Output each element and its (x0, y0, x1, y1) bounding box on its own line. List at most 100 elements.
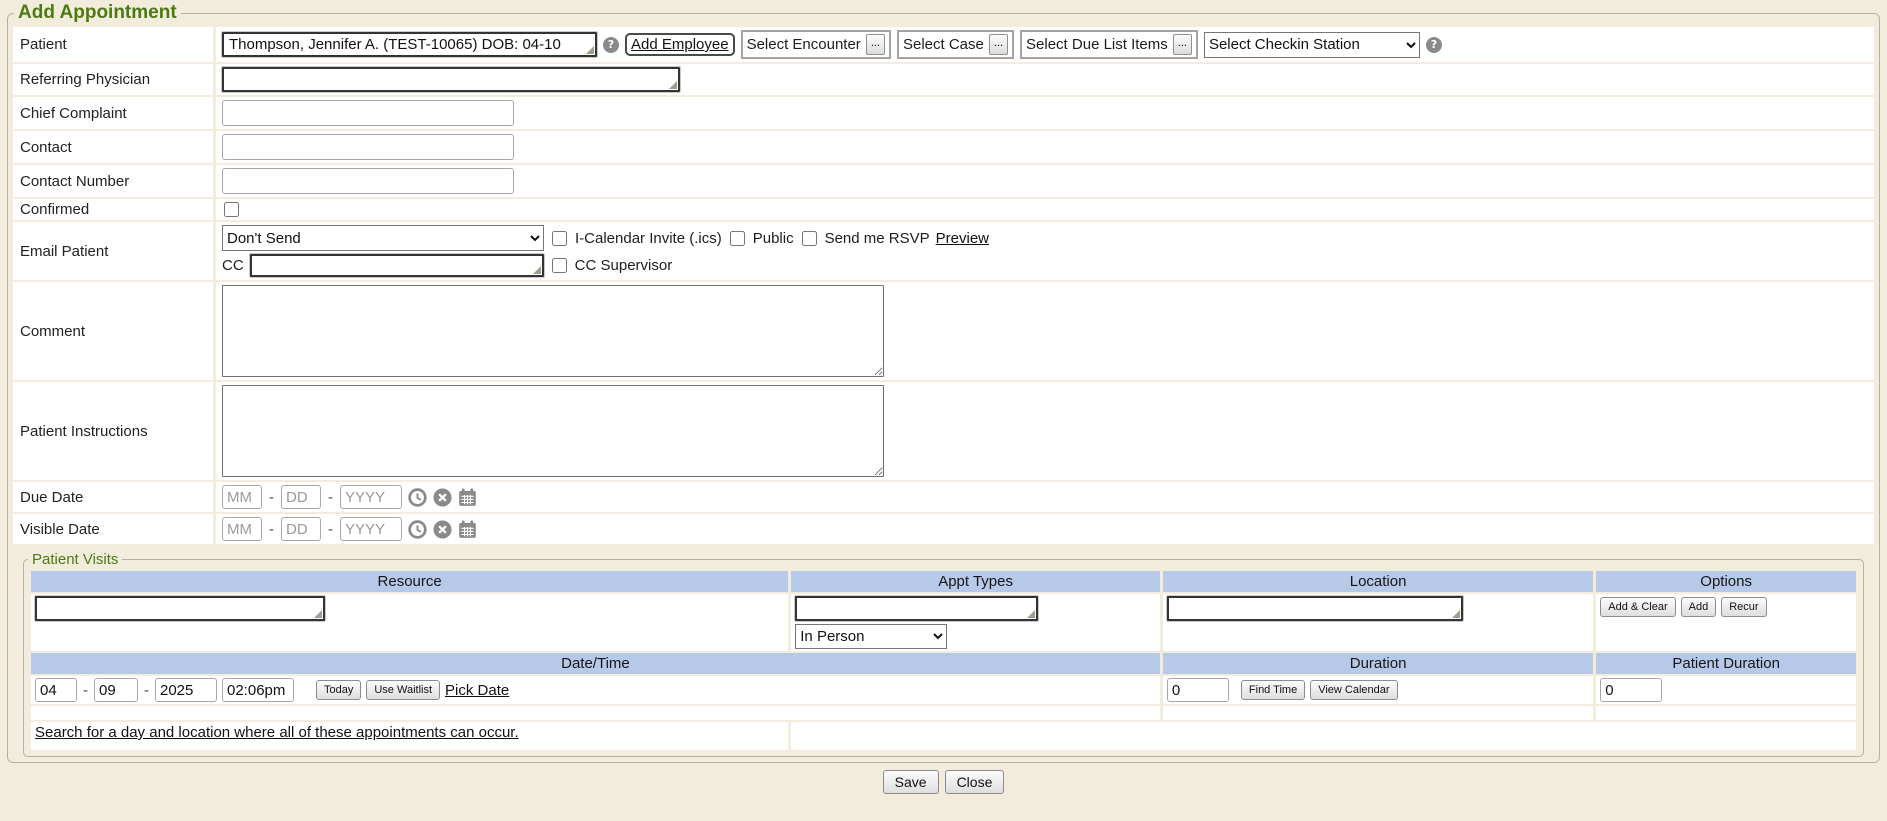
ical-invite-checkbox[interactable] (552, 231, 567, 246)
referring-physician-input[interactable] (222, 67, 680, 92)
visit-time-input[interactable] (222, 678, 294, 702)
add-and-clear-button[interactable]: Add & Clear (1600, 597, 1675, 617)
pick-date-link[interactable]: Pick Date (445, 682, 509, 699)
search-day-location-link[interactable]: Search for a day and location where all … (35, 724, 519, 741)
cc-supervisor-checkbox[interactable] (552, 258, 567, 273)
patient-label: Patient (13, 27, 213, 62)
comment-row: Comment (13, 282, 1874, 380)
recur-button[interactable]: Recur (1721, 597, 1766, 617)
patient-duration-input[interactable] (1600, 678, 1662, 702)
due-date-label: Due Date (13, 482, 213, 512)
contact-number-input[interactable] (222, 168, 514, 194)
calendar-icon[interactable] (458, 488, 477, 507)
clock-icon[interactable] (408, 488, 427, 507)
help-icon[interactable]: ? (1426, 37, 1442, 53)
view-calendar-button[interactable]: View Calendar (1310, 680, 1397, 700)
clear-date-icon[interactable] (433, 488, 452, 507)
visible-date-yyyy-input[interactable] (340, 517, 402, 541)
page-title: Add Appointment (14, 2, 181, 24)
autocomplete-grip-icon (586, 46, 594, 54)
visible-date-label: Visible Date (13, 514, 213, 544)
confirmed-checkbox[interactable] (224, 202, 239, 217)
location-input[interactable] (1167, 596, 1463, 621)
calendar-icon[interactable] (458, 520, 477, 539)
due-date-dd-input[interactable] (281, 485, 321, 509)
duration-input[interactable] (1167, 678, 1229, 702)
form-actions: Save Close (0, 770, 1887, 794)
contact-number-row: Contact Number (13, 165, 1874, 197)
patient-visits-section: Patient Visits Resource Appt Types Locat… (23, 551, 1864, 757)
clock-icon[interactable] (408, 520, 427, 539)
select-due-list-group: Select Due List Items ... (1020, 30, 1198, 59)
public-checkbox[interactable] (730, 231, 745, 246)
checkin-station-select[interactable]: Select Checkin Station (1204, 32, 1420, 58)
contact-number-label: Contact Number (13, 165, 213, 197)
autocomplete-grip-icon (669, 81, 677, 89)
appt-types-header: Appt Types (791, 571, 1160, 592)
due-date-yyyy-input[interactable] (340, 485, 402, 509)
datetime-header: Date/Time (31, 653, 1160, 674)
visible-date-mm-input[interactable] (222, 517, 262, 541)
chief-complaint-label: Chief Complaint (13, 97, 213, 129)
close-button[interactable]: Close (945, 770, 1005, 794)
email-patient-row: Email Patient Don't Send I-Calendar Invi… (13, 222, 1874, 280)
select-due-list-button[interactable]: ... (1173, 34, 1192, 55)
due-date-row: Due Date -- (13, 482, 1874, 512)
visible-date-dd-input[interactable] (281, 517, 321, 541)
autocomplete-grip-icon (533, 266, 541, 274)
select-case-label: Select Case (903, 36, 984, 53)
patient-instructions-label: Patient Instructions (13, 382, 213, 480)
patient-input-wrap (222, 32, 597, 57)
duration-header: Duration (1163, 653, 1593, 674)
visit-dd-input[interactable] (94, 678, 138, 702)
chief-complaint-row: Chief Complaint (13, 97, 1874, 129)
referring-physician-label: Referring Physician (13, 64, 213, 95)
public-label: Public (753, 230, 794, 247)
select-encounter-group: Select Encounter ... (741, 30, 891, 59)
help-icon[interactable]: ? (603, 37, 619, 53)
clear-date-icon[interactable] (433, 520, 452, 539)
select-encounter-button[interactable]: ... (866, 34, 885, 55)
confirmed-label: Confirmed (13, 199, 213, 220)
cc-label: CC (222, 257, 244, 274)
patient-instructions-row: Patient Instructions (13, 382, 1874, 480)
add-employee-link[interactable]: Add Employee (631, 36, 729, 53)
visit-yyyy-input[interactable] (155, 678, 217, 702)
visible-date-row: Visible Date -- (13, 514, 1874, 544)
confirmed-row: Confirmed (13, 199, 1874, 220)
preview-link[interactable]: Preview (936, 230, 989, 247)
select-encounter-label: Select Encounter (747, 36, 861, 53)
save-button[interactable]: Save (883, 770, 939, 794)
search-row: Search for a day and location where all … (31, 722, 1856, 750)
referring-physician-row: Referring Physician (13, 64, 1874, 95)
rsvp-checkbox[interactable] (802, 231, 817, 246)
visit-mm-input[interactable] (35, 678, 77, 702)
ical-invite-label: I-Calendar Invite (.ics) (575, 230, 722, 247)
appt-types-input[interactable] (795, 596, 1038, 621)
resource-header: Resource (31, 571, 788, 592)
chief-complaint-input[interactable] (222, 100, 514, 126)
select-case-button[interactable]: ... (989, 34, 1008, 55)
add-appointment-form: Add Appointment Patient ? Add Employee S… (7, 2, 1880, 763)
location-header: Location (1163, 571, 1593, 592)
rsvp-label: Send me RSVP (825, 230, 930, 247)
visit-mode-select[interactable]: In Person (795, 624, 947, 649)
due-date-mm-input[interactable] (222, 485, 262, 509)
patient-input[interactable] (222, 32, 597, 57)
email-send-select[interactable]: Don't Send (222, 225, 544, 251)
comment-label: Comment (13, 282, 213, 380)
patient-visits-table: Resource Appt Types Location Options (28, 569, 1859, 752)
email-patient-label: Email Patient (13, 222, 213, 280)
resource-input[interactable] (35, 596, 325, 621)
cc-input[interactable] (250, 254, 544, 277)
today-button[interactable]: Today (316, 680, 361, 700)
use-waitlist-button[interactable]: Use Waitlist (366, 680, 440, 700)
options-header: Options (1596, 571, 1856, 592)
comment-textarea[interactable] (222, 285, 884, 377)
patient-instructions-textarea[interactable] (222, 385, 884, 477)
autocomplete-grip-icon (1452, 610, 1460, 618)
patient-row: Patient ? Add Employee Select Encounter … (13, 27, 1874, 62)
add-button[interactable]: Add (1681, 597, 1717, 617)
find-time-button[interactable]: Find Time (1241, 680, 1305, 700)
contact-input[interactable] (222, 134, 514, 160)
